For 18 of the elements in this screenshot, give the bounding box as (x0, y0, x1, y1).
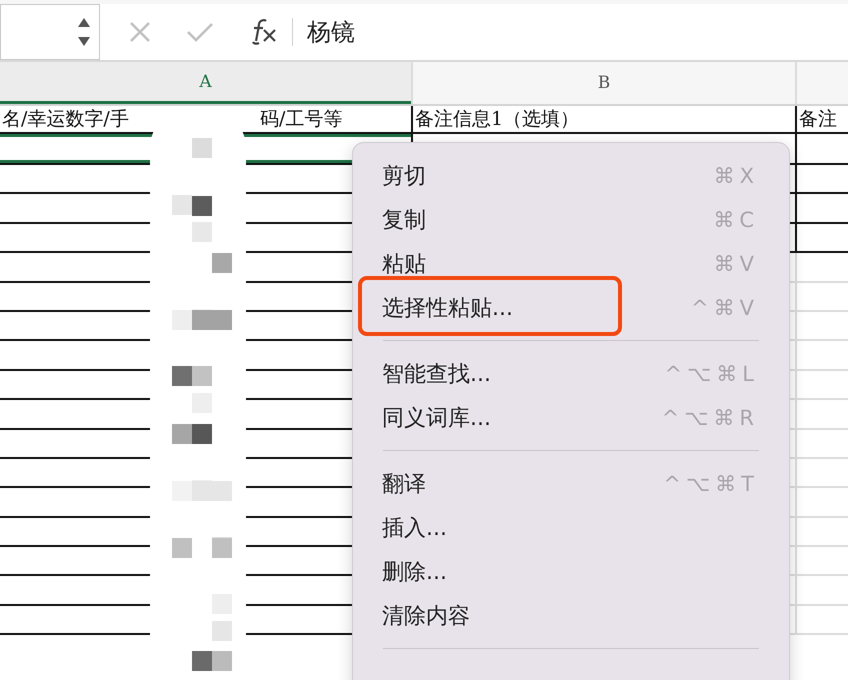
menu-item[interactable]: 智能查找... ^⌥⌘L (353, 352, 789, 396)
menu-item[interactable]: 复制 ⌘C (353, 198, 789, 242)
menu-item[interactable]: 同义词库... ^⌥⌘R (353, 396, 789, 440)
cell-text: 备注 (798, 107, 837, 132)
menu-item[interactable]: 选择性粘贴... ^⌘V (353, 286, 789, 330)
menu-item[interactable]: 插入... (353, 506, 789, 550)
check-icon[interactable] (186, 20, 214, 42)
menu-item[interactable]: 删除... (353, 550, 789, 594)
menu-item[interactable]: 翻译 ^⌥⌘T (353, 462, 789, 506)
stepper-icon[interactable] (77, 16, 91, 48)
menu-item[interactable]: 剪切 ⌘X (353, 154, 789, 198)
cell-text: 备注信息1（选填） (414, 107, 580, 132)
formula-field[interactable]: 杨镜 (293, 4, 848, 60)
menu-item[interactable]: 粘贴 ⌘V (353, 242, 789, 286)
cell-text: 码/工号等 (259, 107, 342, 132)
menu-item[interactable]: 清除内容 (353, 594, 789, 638)
cell-text: 名/幸运数字/手 (1, 107, 130, 132)
column-header[interactable]: A (0, 62, 411, 104)
